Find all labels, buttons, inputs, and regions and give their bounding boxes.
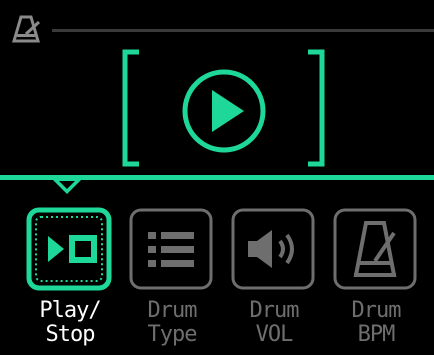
menu-item-label: Drum BPM (351, 298, 402, 347)
metronome-icon (12, 15, 41, 43)
menu-item-label: Drum VOL (249, 298, 300, 347)
menu-item-label: Drum Type (147, 298, 198, 347)
device-screen: Play/ Stop Drum Type Drum VOL Drum BPM (0, 0, 434, 355)
menu-item-play-stop[interactable]: Play/ Stop (26, 207, 116, 355)
play-stop-icon (26, 207, 112, 291)
menu-item-drum-type[interactable]: Drum Type (128, 207, 218, 355)
list-icon (129, 208, 213, 290)
metronome-icon (333, 208, 417, 290)
menu-item-label: Play/ Stop (39, 298, 101, 347)
play-icon (182, 69, 266, 153)
playback-display[interactable] (120, 48, 330, 168)
beat-progress-track (52, 29, 434, 32)
menu-item-drum-bpm[interactable]: Drum BPM (332, 207, 422, 355)
menu-item-drum-vol[interactable]: Drum VOL (230, 207, 320, 355)
selection-pointer-icon (52, 179, 82, 194)
volume-icon (231, 208, 315, 290)
